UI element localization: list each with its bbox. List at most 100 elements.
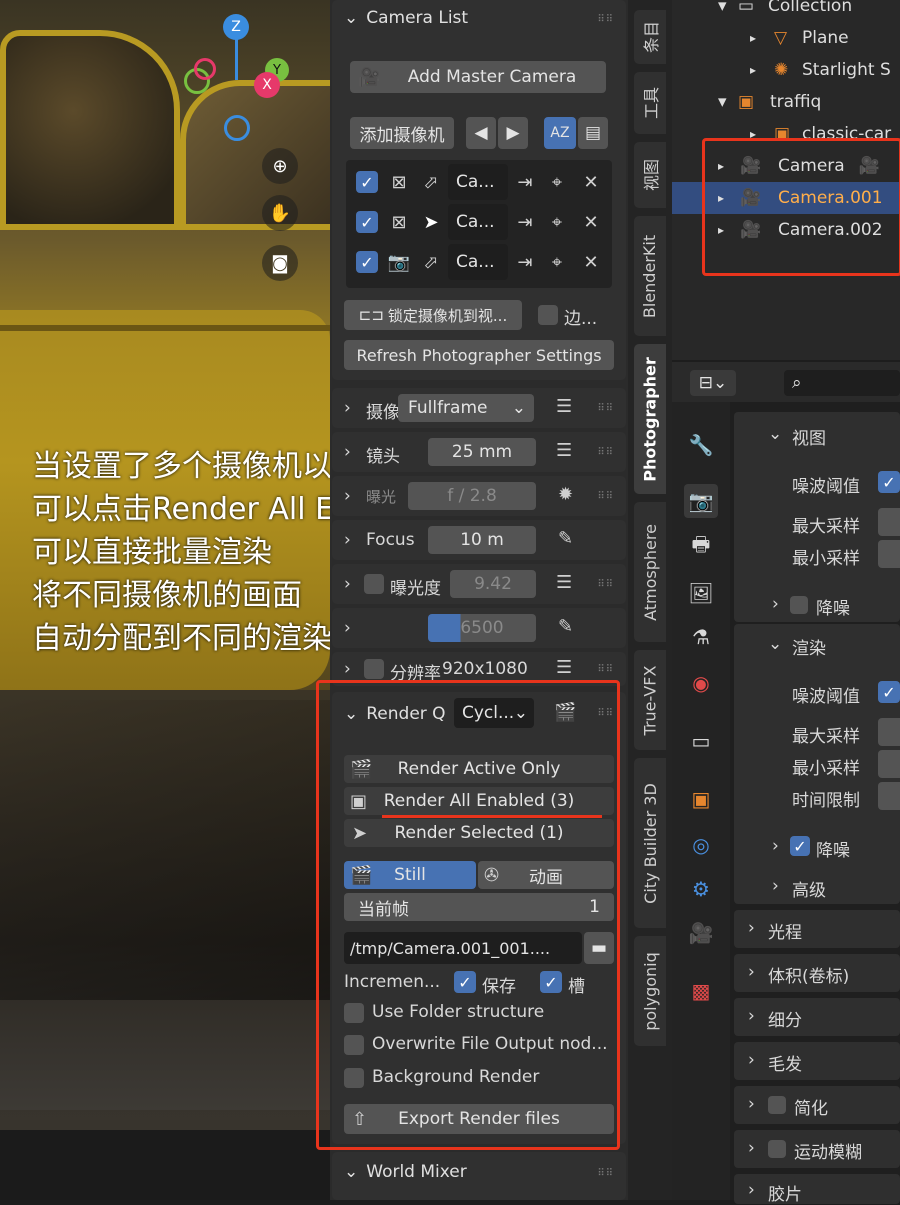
- target-icon[interactable]: ⌖: [544, 251, 570, 273]
- output-icon[interactable]: 🖶: [684, 530, 718, 564]
- gizmo-z-icon[interactable]: Z: [223, 14, 249, 40]
- collection-icon[interactable]: ▭: [684, 724, 718, 758]
- target-icon[interactable]: ⌖: [544, 211, 570, 233]
- remove-icon[interactable]: ✕: [580, 251, 602, 273]
- white-balance-panel[interactable]: › 6500 ✎: [332, 608, 626, 648]
- exposure-panel[interactable]: › 曝光 f / 2.8 ✹ ⠿⠿: [332, 476, 626, 516]
- select-cursor-icon[interactable]: ⬀: [418, 171, 444, 193]
- aperture-field[interactable]: f / 2.8: [408, 482, 536, 510]
- next-arrow-button[interactable]: ▶: [498, 117, 528, 149]
- exposure-checkbox[interactable]: [364, 574, 384, 594]
- world-mixer-header[interactable]: ⌄ World Mixer: [344, 1162, 467, 1182]
- lens-panel[interactable]: › 镜头 25 mm ☰ ⠿⠿: [332, 432, 626, 472]
- advanced-label[interactable]: 高级: [792, 876, 826, 901]
- filter-icon[interactable]: ▤: [578, 117, 608, 149]
- prev-arrow-button[interactable]: ◀: [466, 117, 496, 149]
- enable-checkbox[interactable]: ✓: [356, 171, 378, 193]
- camera-view-icon[interactable]: ◙: [262, 245, 298, 281]
- max-samples-field[interactable]: [878, 718, 900, 746]
- list-icon[interactable]: ☰: [556, 440, 572, 461]
- drag-handle-icon[interactable]: ⠿⠿: [597, 14, 614, 25]
- tab-photographer[interactable]: Photographer: [634, 344, 666, 494]
- eyedropper-icon[interactable]: ✎: [558, 616, 573, 637]
- white-balance-field[interactable]: 6500: [428, 614, 536, 642]
- exposure-value-field[interactable]: 9.42: [450, 570, 536, 598]
- remove-icon[interactable]: ✕: [580, 171, 602, 193]
- max-samples-field[interactable]: [878, 508, 900, 536]
- target-icon[interactable]: ⌖: [544, 171, 570, 193]
- add-camera-button[interactable]: 添加摄像机: [350, 117, 454, 149]
- physics-icon[interactable]: ◎: [684, 828, 718, 862]
- list-icon[interactable]: ☰: [556, 657, 572, 678]
- texture-icon[interactable]: ▩: [684, 974, 718, 1008]
- motion-blur-section[interactable]: › 运动模糊: [734, 1130, 900, 1168]
- tab-item[interactable]: 条目: [634, 10, 666, 64]
- editor-type-dropdown[interactable]: ⊟⌄: [690, 370, 736, 396]
- camera-data-icon[interactable]: 🎥: [684, 916, 718, 950]
- camera-name-field[interactable]: Ca...: [448, 164, 508, 200]
- properties-search[interactable]: ⌕: [784, 370, 900, 396]
- viewport-section-title[interactable]: 视图: [792, 424, 826, 449]
- set-active-icon[interactable]: ⇥: [512, 211, 538, 233]
- drag-handle-icon[interactable]: ⠿⠿: [597, 579, 614, 590]
- noise-threshold-checkbox[interactable]: ✓: [878, 681, 900, 703]
- camera-name-field[interactable]: Ca...: [448, 244, 508, 280]
- world-mixer-panel[interactable]: ⌄ World Mixer ⠿⠿: [332, 1152, 626, 1200]
- min-samples-field[interactable]: [878, 750, 900, 778]
- gizmo-neg-z-icon[interactable]: [224, 115, 250, 141]
- simplify-section[interactable]: › 简化: [734, 1086, 900, 1124]
- set-active-icon[interactable]: ⇥: [512, 251, 538, 273]
- camera-row[interactable]: ✓ 📷 ⬀ Ca... ⇥ ⌖ ✕: [346, 242, 612, 282]
- refresh-photographer-button[interactable]: Refresh Photographer Settings: [344, 340, 614, 370]
- tab-polygoniq[interactable]: polygoniq: [634, 936, 666, 1046]
- tab-tool[interactable]: 工具: [634, 72, 666, 134]
- light-paths-section[interactable]: › 光程: [734, 910, 900, 948]
- view-layer-icon[interactable]: 🖼: [684, 576, 718, 610]
- sensor-panel[interactable]: › 摄像 Fullframe ⌄ ☰ ⠿⠿: [332, 388, 626, 428]
- gizmo-neg-x-icon[interactable]: [194, 58, 216, 80]
- select-cursor-icon[interactable]: ⬀: [418, 251, 444, 273]
- drag-handle-icon[interactable]: ⠿⠿: [597, 447, 614, 458]
- exposure-value-panel[interactable]: › 曝光度 9.42 ☰ ⠿⠿: [332, 564, 626, 604]
- zoom-icon[interactable]: ⊕: [262, 148, 298, 184]
- simplify-checkbox[interactable]: [768, 1096, 786, 1114]
- focus-field[interactable]: 10 m: [428, 526, 536, 554]
- min-samples-field[interactable]: [878, 540, 900, 568]
- motion-blur-checkbox[interactable]: [768, 1140, 786, 1158]
- camera-list-header[interactable]: ⌄ Camera List: [344, 8, 468, 28]
- eyedropper-icon[interactable]: ✎: [558, 528, 573, 549]
- enable-checkbox[interactable]: ✓: [356, 211, 378, 233]
- border-checkbox[interactable]: [538, 305, 558, 325]
- sensor-dropdown[interactable]: Fullframe ⌄: [398, 394, 534, 422]
- camera-row[interactable]: ✓ ⊠ ⬀ Ca... ⇥ ⌖ ✕: [346, 162, 612, 202]
- tab-atmosphere[interactable]: Atmosphere: [634, 502, 666, 642]
- list-icon[interactable]: ☰: [556, 572, 572, 593]
- remove-icon[interactable]: ✕: [580, 211, 602, 233]
- outliner-row[interactable]: ▾ ▣ traffiq: [672, 86, 900, 118]
- camera-name-field[interactable]: Ca...: [448, 204, 508, 240]
- drag-handle-icon[interactable]: ⠿⠿: [597, 403, 614, 414]
- outliner-row[interactable]: ▸ ✺ Starlight S: [672, 54, 900, 86]
- select-cursor-icon[interactable]: ➤: [418, 211, 444, 233]
- gizmo-x-icon[interactable]: X: [254, 72, 280, 98]
- noise-threshold-checkbox[interactable]: ✓: [878, 471, 900, 493]
- camera-row[interactable]: ✓ ⊠ ➤ Ca... ⇥ ⌖ ✕: [346, 202, 612, 242]
- drag-handle-icon[interactable]: ⠿⠿: [597, 491, 614, 502]
- object-icon[interactable]: ▣: [684, 782, 718, 816]
- drag-handle-icon[interactable]: ⠿⠿: [597, 664, 614, 675]
- drag-handle-icon[interactable]: ⠿⠿: [597, 1168, 614, 1179]
- time-limit-field[interactable]: [878, 782, 900, 810]
- tab-view[interactable]: 视图: [634, 142, 666, 208]
- add-master-camera-button[interactable]: 🎥 Add Master Camera: [350, 61, 606, 93]
- lens-field[interactable]: 25 mm: [428, 438, 536, 466]
- hair-section[interactable]: › 毛发: [734, 1042, 900, 1080]
- world-icon[interactable]: ◉: [684, 666, 718, 700]
- render-camera-icon[interactable]: 📷: [386, 251, 412, 273]
- tab-true-vfx[interactable]: True-VFX: [634, 650, 666, 750]
- list-icon[interactable]: ☰: [556, 396, 572, 417]
- lock-camera-button[interactable]: ⊏⊐ 锁定摄像机到视...: [344, 300, 522, 330]
- enable-checkbox[interactable]: ✓: [356, 251, 378, 273]
- render-icon[interactable]: 📷: [684, 484, 718, 518]
- tab-blenderkit[interactable]: BlenderKit: [634, 216, 666, 336]
- subdivision-section[interactable]: › 细分: [734, 998, 900, 1036]
